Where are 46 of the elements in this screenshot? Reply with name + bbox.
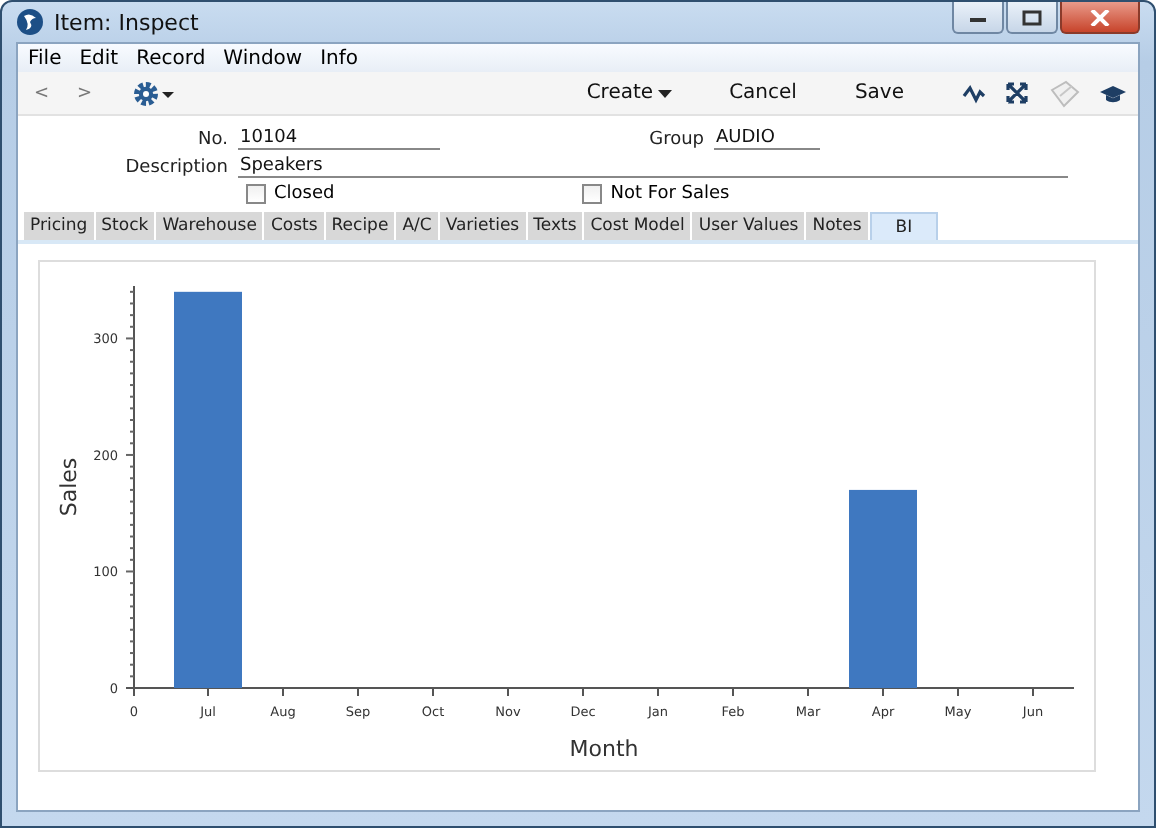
input-field[interactable]: Speakers: [238, 156, 1068, 178]
y-axis-title: Sales: [56, 457, 82, 517]
minimize-button[interactable]: [952, 2, 1004, 34]
x-axis-title: Month: [569, 736, 639, 762]
tab[interactable]: Texts: [527, 212, 583, 240]
field-label: Description: [123, 158, 228, 178]
forward-button[interactable]: >: [65, 83, 105, 103]
settings-button[interactable]: [132, 79, 177, 107]
window-title: Item: Inspect: [54, 9, 199, 35]
tab[interactable]: Pricing: [24, 212, 94, 240]
checkbox-label: Closed: [274, 183, 335, 203]
tab[interactable]: Notes: [806, 212, 868, 240]
menu-item[interactable]: File: [22, 47, 74, 69]
tab[interactable]: Recipe: [325, 212, 395, 240]
tab[interactable]: Cost Model: [584, 212, 691, 240]
toolbar-button[interactable]: Cancel: [725, 82, 801, 104]
tab[interactable]: Warehouse: [156, 212, 263, 240]
pulse-icon[interactable]: [958, 83, 990, 103]
close-icon: [1090, 9, 1110, 25]
tab[interactable]: Stock: [95, 212, 155, 240]
menu-item[interactable]: Info: [314, 47, 371, 69]
dropdown-button[interactable]: Create: [582, 82, 676, 104]
expand-icon[interactable]: [1002, 82, 1032, 104]
graduation-cap-icon[interactable]: [1096, 83, 1130, 103]
tab[interactable]: Costs: [264, 212, 324, 240]
toolbar-button[interactable]: Save: [850, 82, 908, 104]
tab[interactable]: Varieties: [439, 212, 526, 240]
app-logo-icon: [16, 8, 44, 36]
field-label: No.: [196, 130, 228, 150]
maximize-icon: [1022, 9, 1042, 25]
tab[interactable]: BI: [869, 212, 939, 240]
menu-item[interactable]: Edit: [73, 47, 131, 69]
menu-item[interactable]: Record: [130, 47, 218, 69]
tab[interactable]: User Values: [692, 212, 805, 240]
input-field[interactable]: AUDIO: [714, 128, 820, 150]
caret-icon: [657, 89, 672, 97]
checkbox-label: Not For Sales: [610, 183, 730, 203]
tab[interactable]: A/C: [396, 212, 438, 240]
checkbox[interactable]: [246, 183, 266, 203]
back-button[interactable]: <: [22, 83, 62, 103]
menu-item[interactable]: Window: [217, 47, 315, 69]
checkbox[interactable]: [582, 183, 603, 203]
input-field[interactable]: 10104: [238, 128, 440, 150]
close-button[interactable]: [1060, 2, 1140, 34]
maximize-button[interactable]: [1006, 2, 1058, 34]
field-label: Group: [647, 130, 704, 150]
